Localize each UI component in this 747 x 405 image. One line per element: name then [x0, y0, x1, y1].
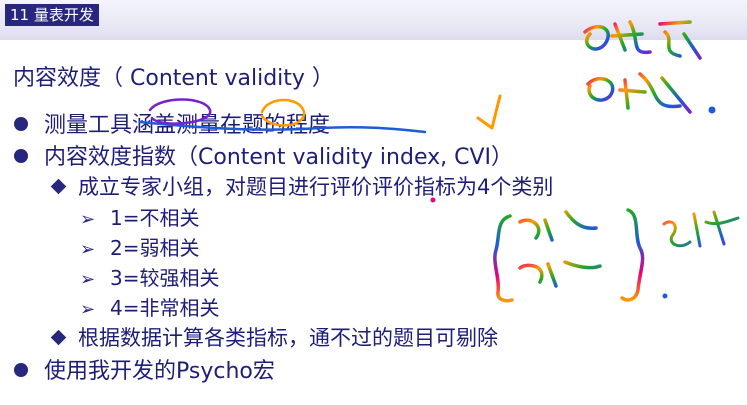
- sub-bullet-item: 根据数据计算各类指标，通不过的题目可剔除: [50, 322, 498, 352]
- level-item: ➢ 2=弱相关: [80, 232, 199, 261]
- level-text: 3=较强相关: [110, 266, 220, 290]
- sub-bullet-text: 根据数据计算各类指标，通不过的题目可剔除: [78, 326, 498, 350]
- sub-bullet-item: 成立专家小组，对题目进行评价评价指标为4个类别: [50, 171, 554, 201]
- ink-check: [476, 94, 502, 130]
- bullet-text: 内容效度指数（Content validity index, CVI）: [44, 145, 514, 170]
- ink-scribble: [662, 210, 740, 248]
- level-item: ➢ 1=不相关: [80, 202, 199, 231]
- ink-scribble: [586, 77, 615, 102]
- bullet-dot-icon: [14, 363, 28, 377]
- ink-scribble: [518, 210, 598, 242]
- bullet-dot-icon: [14, 149, 28, 163]
- sub-bullet-text: 成立专家小组，对题目进行评价评价指标为4个类别: [78, 175, 554, 199]
- arrowhead-bullet-icon: ➢: [80, 269, 96, 290]
- diamond-bullet-icon: [50, 178, 67, 194]
- slide-title: 内容效度（ Content validity ）: [13, 66, 334, 91]
- ink-scribble: [618, 72, 692, 114]
- ink-brace: [620, 208, 645, 302]
- level-text: 1=不相关: [110, 206, 200, 230]
- bullet-text: 使用我开发的Psycho宏: [44, 359, 275, 384]
- level-item: ➢ 4=非常相关: [80, 292, 219, 321]
- bullet-item: 内容效度指数（Content validity index, CVI）: [14, 139, 513, 171]
- ink-scribble: [518, 260, 602, 288]
- header-band: [0, 0, 747, 40]
- level-text: 2=弱相关: [110, 236, 200, 260]
- diamond-bullet-icon: [50, 329, 67, 345]
- bullet-text: 测量工具涵盖测量在题的程度: [44, 113, 331, 138]
- arrowhead-bullet-icon: ➢: [80, 239, 96, 260]
- level-text: 4=非常相关: [110, 296, 220, 320]
- arrowhead-bullet-icon: ➢: [80, 209, 96, 230]
- bullet-item: 使用我开发的Psycho宏: [14, 353, 275, 385]
- bullet-item: 测量工具涵盖测量在题的程度: [14, 107, 330, 139]
- section-tag: 11 量表开发: [5, 4, 99, 26]
- level-item: ➢ 3=较强相关: [80, 262, 219, 291]
- ink-brace: [493, 214, 514, 303]
- bullet-dot-icon: [14, 117, 28, 131]
- arrowhead-bullet-icon: ➢: [80, 299, 96, 320]
